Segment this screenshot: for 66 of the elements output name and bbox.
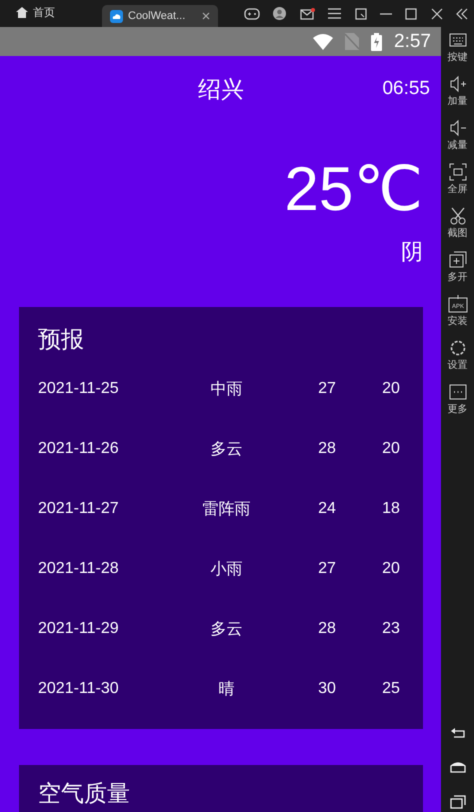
forecast-title: 预报 xyxy=(38,325,85,354)
min-temperature: 23 xyxy=(382,620,400,638)
toolbar-button[interactable]: 多开 xyxy=(448,251,468,295)
air-quality-title: 空气质量 xyxy=(38,779,131,808)
min-temperature: 20 xyxy=(382,380,400,398)
avatar-icon[interactable] xyxy=(273,7,286,20)
volume-down-icon xyxy=(448,119,466,137)
min-temperature: 25 xyxy=(382,680,400,698)
toolbar-button[interactable]: 减量 xyxy=(448,119,468,163)
city-name: 绍兴 xyxy=(198,74,244,104)
forecast-weather: 多云 xyxy=(210,620,242,640)
maximize-icon[interactable] xyxy=(405,8,418,20)
close-icon[interactable] xyxy=(202,12,210,20)
toolbar-button[interactable]: 加量 xyxy=(448,75,468,119)
cloud-icon xyxy=(110,10,123,22)
scissors-icon xyxy=(448,207,466,225)
weather-text: 阴 xyxy=(401,238,423,266)
menu-icon[interactable] xyxy=(328,8,342,19)
forecast-weather: 雷阵雨 xyxy=(202,500,250,520)
home-tab[interactable]: 首页 xyxy=(0,5,102,27)
min-temperature: 20 xyxy=(382,560,400,578)
toolbar-button[interactable]: 截图 xyxy=(448,207,468,251)
toolbar-button[interactable]: 更多 xyxy=(448,383,468,427)
max-temperature: 24 xyxy=(318,500,336,518)
recent-apps-icon[interactable] xyxy=(450,795,466,809)
gamepad-icon[interactable] xyxy=(244,8,260,20)
settings-icon xyxy=(448,339,466,357)
forecast-weather: 小雨 xyxy=(210,560,242,580)
forecast-weather: 晴 xyxy=(218,680,234,700)
forecast-date: 2021-11-29 xyxy=(38,620,120,638)
min-temperature: 20 xyxy=(382,440,400,458)
toolbar-button[interactable]: 全屏 xyxy=(448,163,468,207)
max-temperature: 27 xyxy=(318,560,336,578)
battery-icon xyxy=(371,32,382,50)
app-tab[interactable]: CoolWeat... xyxy=(102,5,218,27)
toolbar-button[interactable]: 按键 xyxy=(448,31,468,75)
volume-up-icon xyxy=(448,75,466,93)
fullscreen-icon xyxy=(448,163,466,181)
home-icon xyxy=(16,7,28,18)
wifi-icon xyxy=(313,34,334,50)
window-icon[interactable] xyxy=(354,8,366,20)
no-sim-icon xyxy=(345,33,360,50)
close-icon[interactable] xyxy=(430,8,443,20)
keyboard-icon xyxy=(448,31,466,49)
forecast-date: 2021-11-25 xyxy=(38,380,120,398)
min-temperature: 18 xyxy=(382,500,400,518)
more-icon xyxy=(448,383,466,401)
forecast-weather: 中雨 xyxy=(210,380,242,400)
forecast-date: 2021-11-27 xyxy=(38,500,120,518)
clock-time: 2:57 xyxy=(394,30,431,52)
max-temperature: 27 xyxy=(318,380,336,398)
forecast-date: 2021-11-28 xyxy=(38,560,120,578)
max-temperature: 30 xyxy=(318,680,336,698)
forecast-weather: 多云 xyxy=(210,440,242,460)
back-icon[interactable] xyxy=(450,727,466,739)
home-icon[interactable] xyxy=(450,761,466,773)
forecast-date: 2021-11-26 xyxy=(38,440,120,458)
collapse-icon[interactable] xyxy=(456,8,468,20)
mail-icon[interactable] xyxy=(300,8,315,20)
max-temperature: 28 xyxy=(318,620,336,638)
temperature: 25℃ xyxy=(284,159,423,221)
max-temperature: 28 xyxy=(318,440,336,458)
update-time: 06:55 xyxy=(382,78,430,100)
forecast-date: 2021-11-30 xyxy=(38,680,120,698)
toolbar-button[interactable]: 设置 xyxy=(448,339,468,383)
multi-window-icon xyxy=(448,251,466,269)
